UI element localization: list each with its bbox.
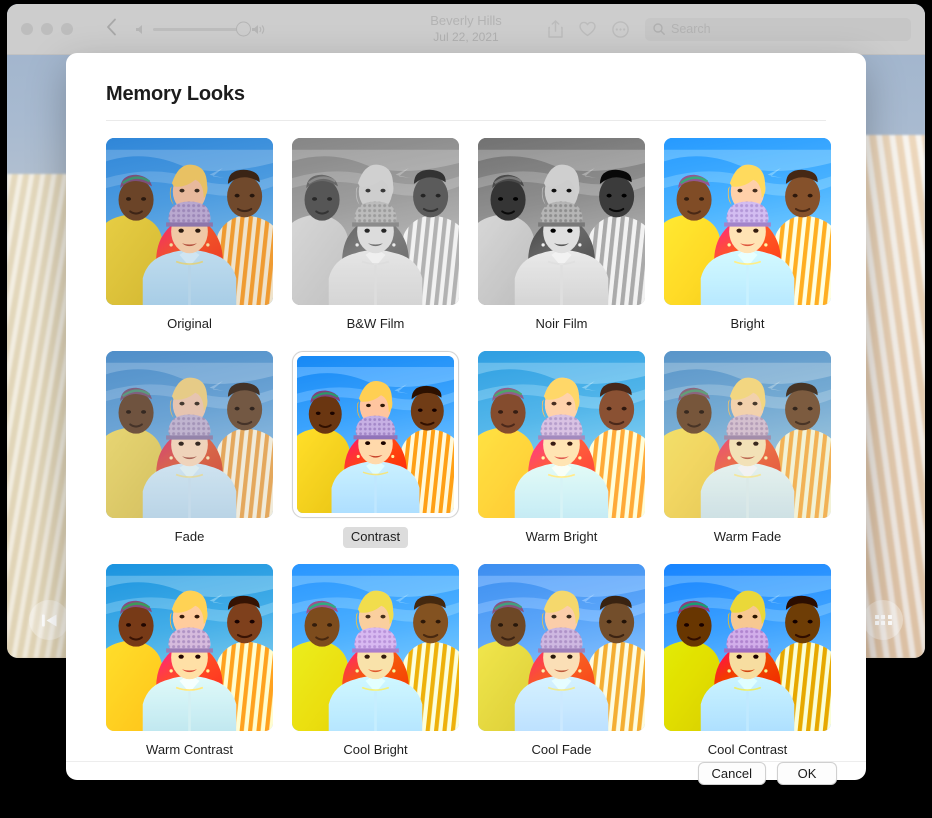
look-thumbnail-frame[interactable] [478,563,645,731]
more-circle-icon[interactable] [612,20,629,38]
heart-icon[interactable] [579,21,596,37]
look-thumbnail-frame[interactable] [106,138,273,305]
look-option[interactable]: Warm Contrast [106,563,273,761]
grid-view-button[interactable] [863,600,903,640]
traffic-lights[interactable] [21,23,73,35]
look-option[interactable]: Contrast [292,350,459,548]
look-label: Bright [730,316,765,331]
close-button[interactable] [21,23,33,35]
back-button[interactable] [106,18,117,40]
memory-looks-dialog: Memory Looks Original B&W Film Noir Film Br… [66,53,866,785]
look-preview-image [478,563,645,731]
look-label: Original [167,316,212,331]
dialog-body: Original B&W Film Noir Film Bright Fade Contr… [66,121,866,761]
ok-button[interactable]: OK [777,761,837,785]
search-input[interactable]: Search [645,17,911,41]
look-thumbnail-frame[interactable] [478,350,645,518]
volume-track[interactable] [153,21,251,37]
look-preview-image [106,138,273,305]
look-option[interactable]: Noir Film [478,138,645,335]
look-label: Noir Film [535,316,588,331]
window-toolbar: Beverly Hills Jul 22, 2021 Search [7,4,925,55]
screen: Beverly Hills Jul 22, 2021 Search Memory… [0,0,932,818]
dialog-footer: Cancel OK [66,760,866,785]
look-label: Fade [174,528,205,544]
look-thumbnail-frame[interactable] [292,138,459,305]
previous-memory-button[interactable] [29,600,69,640]
look-label: Contrast [342,526,409,548]
look-label: Cool Bright [343,741,408,757]
look-label: Warm Contrast [146,741,233,757]
search-icon [653,23,665,35]
cancel-button[interactable]: Cancel [697,761,766,785]
look-option[interactable]: Cool Contrast [664,563,831,761]
search-placeholder: Search [671,22,711,36]
window-title: Beverly Hills [430,13,502,29]
zoom-button[interactable] [61,23,73,35]
look-preview-image [297,355,454,513]
look-thumbnail-frame[interactable] [664,350,831,518]
speaker-low-icon [136,24,142,34]
look-preview-image [292,138,459,305]
look-thumbnail-frame[interactable] [664,563,831,731]
look-thumbnail-frame[interactable] [478,138,645,305]
look-option[interactable]: B&W Film [292,138,459,335]
volume-slider[interactable] [136,21,267,37]
minimize-button[interactable] [41,23,53,35]
look-option[interactable]: Bright [664,138,831,335]
dialog-header: Memory Looks [66,53,866,121]
look-thumbnail-frame[interactable] [106,563,273,731]
share-icon[interactable] [548,20,563,38]
look-option[interactable]: Fade [106,350,273,548]
window-subtitle: Jul 22, 2021 [433,29,499,44]
look-option[interactable]: Cool Bright [292,563,459,761]
grid-icon [874,614,892,626]
look-preview-image [664,563,831,731]
look-preview-image [478,350,645,518]
look-label: Cool Contrast [707,741,788,757]
looks-grid: Original B&W Film Noir Film Bright Fade Contr… [106,138,831,761]
look-label: Warm Fade [713,528,782,544]
look-thumbnail-frame[interactable] [106,350,273,518]
window-title-block: Beverly Hills Jul 22, 2021 [430,13,502,44]
look-label: Warm Bright [525,528,598,544]
look-preview-image [106,350,273,518]
look-preview-image [478,138,645,305]
look-label: B&W Film [346,316,405,331]
look-option[interactable]: Warm Bright [478,350,645,548]
dialog-title: Memory Looks [106,83,245,105]
skip-back-icon [41,614,56,626]
look-preview-image [664,138,831,305]
look-option[interactable]: Original [106,138,273,335]
speaker-high-icon [252,24,265,34]
look-preview-image [292,563,459,731]
look-option[interactable]: Warm Fade [664,350,831,548]
volume-knob[interactable] [236,21,251,37]
look-preview-image [664,350,831,518]
look-option[interactable]: Cool Fade [478,563,645,761]
look-thumbnail-frame[interactable] [292,563,459,731]
look-preview-image [106,563,273,731]
chevron-left-icon [107,18,116,36]
look-thumbnail-frame[interactable] [292,350,459,518]
look-label: Cool Fade [531,741,592,757]
look-thumbnail-frame[interactable] [664,138,831,305]
toolbar-right-group: Search [548,17,911,41]
